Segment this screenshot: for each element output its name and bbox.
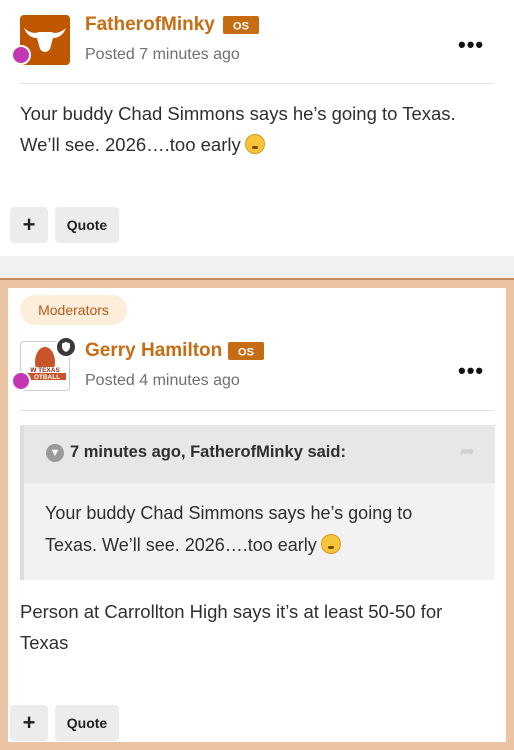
post-separator [0, 256, 514, 278]
divider [20, 83, 494, 84]
svg-text:OTBALL: OTBALL [34, 374, 60, 381]
author-name[interactable]: Gerry Hamilton [85, 340, 222, 362]
divider [20, 410, 494, 411]
post-timestamp[interactable]: Posted 7 minutes ago [85, 46, 240, 64]
chevron-down-icon[interactable]: ▼ [46, 444, 64, 462]
more-options-icon[interactable]: ••• [458, 360, 484, 382]
flair-icon: OS [228, 342, 264, 360]
post-body: Your buddy Chad Simmons says he’s going … [20, 98, 456, 160]
quoted-post: ▼ 7 minutes ago, FatherofMinky said: ➦ Y… [20, 425, 495, 580]
moderator-shield-icon [55, 336, 77, 358]
quote-attribution: 7 minutes ago, FatherofMinky said: [70, 443, 346, 461]
quote-button[interactable]: Quote [55, 705, 119, 741]
quote-line: Texas. We’ll see. 2026….too early [45, 529, 465, 561]
react-button[interactable]: + [10, 207, 48, 243]
share-badge-icon [11, 371, 31, 391]
svg-text:W TEXAS: W TEXAS [30, 367, 60, 374]
quote-line: Your buddy Chad Simmons says he’s going … [45, 503, 413, 523]
moderators-badge: Moderators [20, 295, 127, 325]
quote-button[interactable]: Quote [55, 207, 119, 243]
emoji-icon [244, 134, 265, 154]
flair-icon: OS [223, 16, 259, 34]
svg-text:OS: OS [238, 347, 254, 359]
post-body-line: Your buddy Chad Simmons says he’s going … [20, 103, 456, 124]
emoji-icon [320, 534, 341, 554]
quote-header[interactable]: ▼ 7 minutes ago, FatherofMinky said: ➦ [24, 425, 495, 483]
post-body-line: We’ll see. 2026….too early [20, 129, 456, 160]
post-body: Person at Carrollton High says it’s at l… [20, 596, 442, 658]
share-arrow-icon[interactable]: ➦ [460, 441, 475, 462]
react-button[interactable]: + [10, 705, 48, 741]
post-timestamp[interactable]: Posted 4 minutes ago [85, 372, 240, 390]
post-body-line: Texas [20, 632, 69, 653]
svg-text:OS: OS [233, 21, 249, 33]
post-body-line: Person at Carrollton High says it’s at l… [20, 601, 443, 622]
author-name[interactable]: FatherofMinky [85, 14, 215, 36]
quote-body: Your buddy Chad Simmons says he’s going … [45, 497, 465, 561]
post-card-1: FatherofMinky OS Posted 7 minutes ago ••… [0, 0, 514, 256]
share-badge-icon [11, 45, 31, 65]
more-options-icon[interactable]: ••• [458, 34, 484, 56]
